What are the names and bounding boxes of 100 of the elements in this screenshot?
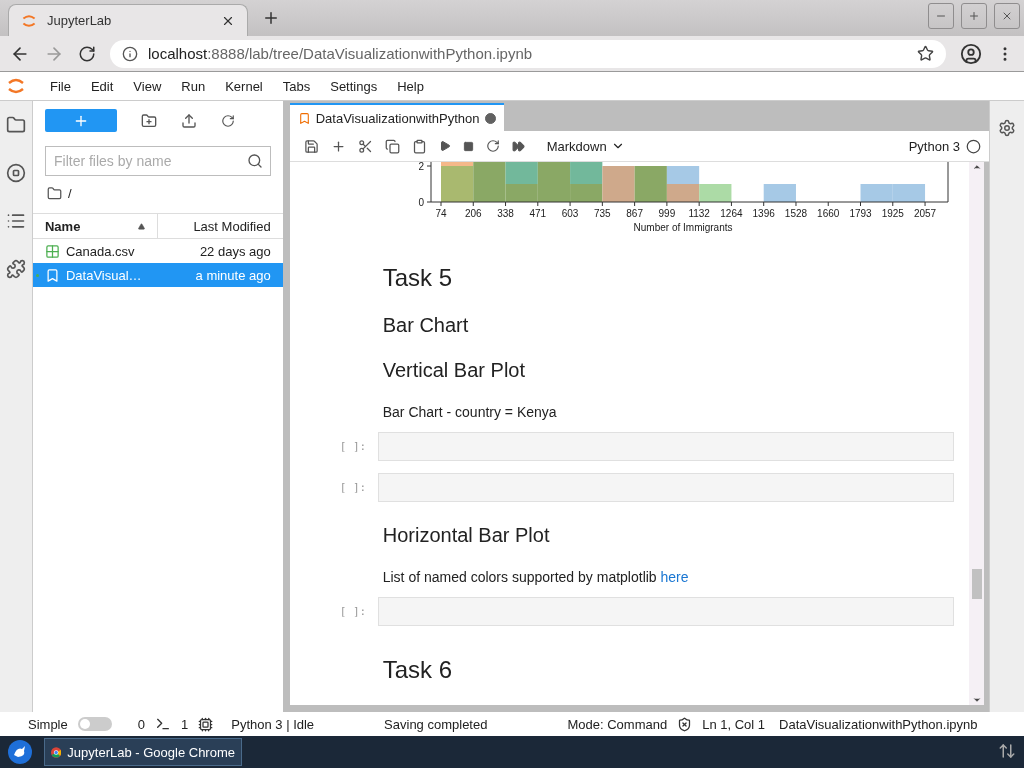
cell-type-dropdown[interactable]: Markdown <box>540 137 631 155</box>
plus-icon <box>968 10 980 22</box>
y-tick-label: 2 <box>418 162 424 172</box>
folder-icon[interactable] <box>6 115 26 135</box>
restart-icon <box>485 139 500 153</box>
settings-icon[interactable] <box>998 119 1016 137</box>
save-icon <box>303 138 319 154</box>
x-tick-label: 735 <box>593 208 611 219</box>
scissors-icon <box>357 138 373 154</box>
histogram-bar <box>860 184 893 202</box>
refresh-icon[interactable] <box>220 113 235 128</box>
kernel-status[interactable]: Python 3 | Idle <box>231 716 315 732</box>
markdown-heading: Task 5 <box>382 264 454 292</box>
x-tick-label: 1264 <box>720 208 743 219</box>
x-tick-label: 999 <box>658 208 675 219</box>
puzzle-icon[interactable] <box>6 259 26 279</box>
x-tick-label: 206 <box>464 208 482 219</box>
x-tick-label: 1528 <box>784 208 807 219</box>
menu-item[interactable]: Edit <box>80 78 124 94</box>
play-icon <box>438 140 451 152</box>
x-tick-label: 2057 <box>913 208 936 219</box>
network-icon[interactable] <box>998 741 1016 760</box>
kernel-name[interactable]: Python 3 <box>908 138 961 154</box>
menu-item[interactable]: Tabs <box>272 78 321 94</box>
terminal-count: 0 <box>137 716 145 732</box>
search-icon <box>246 153 263 169</box>
mode-label: Simple <box>28 716 68 732</box>
copy-icon <box>384 138 400 154</box>
scroll-up-icon[interactable] <box>971 162 982 172</box>
histogram-bar <box>698 184 732 202</box>
browser-tab[interactable]: JupyterLab <box>8 4 248 36</box>
column-header[interactable]: Last Modified <box>158 214 283 238</box>
clipboard-icon <box>411 138 427 154</box>
cpu-icon[interactable] <box>198 716 214 732</box>
x-tick-label: 1132 <box>688 208 710 219</box>
menu-item[interactable]: File <box>40 78 81 94</box>
file-name: Canada.csv <box>65 243 136 259</box>
file-path[interactable]: DataVisualizationwithPython.ipynb <box>779 716 978 732</box>
taskbar-window-button[interactable]: JupyterLab - Google Chrome <box>44 738 242 766</box>
address-bar[interactable]: localhost:8888/lab/tree/DataVisualizationwithPython.ipynb <box>110 39 946 68</box>
close-icon <box>1001 10 1013 22</box>
list-icon[interactable] <box>6 211 26 231</box>
status-message: Saving completed <box>384 716 488 732</box>
menu-item[interactable]: View <box>123 78 172 94</box>
profile-icon[interactable] <box>960 42 982 65</box>
shield-icon[interactable] <box>677 716 693 732</box>
file-name: DataVisual… <box>65 267 143 283</box>
x-tick-label: 1396 <box>752 208 775 219</box>
reload-icon[interactable] <box>78 44 96 63</box>
menu-item[interactable]: Run <box>171 78 216 94</box>
y-tick-label: 0 <box>418 197 424 208</box>
scrollbar[interactable] <box>969 162 985 705</box>
info-icon <box>122 45 138 62</box>
breadcrumb-path[interactable]: / <box>67 186 72 201</box>
file-row[interactable]: Canada.csv 22 days ago <box>32 239 283 263</box>
simple-mode-toggle[interactable] <box>77 717 112 731</box>
scrollbar-thumb[interactable] <box>971 569 982 599</box>
x-tick-label: 867 <box>626 208 643 219</box>
x-tick-label: 74 <box>435 208 447 219</box>
markdown-heading: Task 6 <box>382 656 454 684</box>
histogram-bar <box>763 184 796 202</box>
menu-item[interactable]: Kernel <box>215 78 273 94</box>
stop-circle-icon[interactable] <box>6 163 26 183</box>
new-folder-icon[interactable] <box>140 112 157 129</box>
histogram-bar <box>892 184 925 202</box>
kernel-count: 1 <box>181 716 189 732</box>
column-header[interactable]: Name <box>32 214 159 238</box>
filter-field[interactable]: Filter files by name <box>44 146 271 176</box>
sort-icon <box>138 222 146 230</box>
code-cell-input[interactable] <box>377 432 955 461</box>
notebook-tab-title: DataVisualizationwithPython <box>315 110 480 126</box>
cursor-position[interactable]: Ln 1, Col 1 <box>702 716 766 732</box>
scroll-down-icon[interactable] <box>971 695 982 705</box>
code-cell-input[interactable] <box>377 597 955 626</box>
tab-title: JupyterLab <box>47 13 113 28</box>
url-text: localhost:8888/lab/tree/DataVisualizationwithPython.ipynb <box>148 45 534 62</box>
bookmark-star-icon[interactable] <box>917 45 934 62</box>
file-modified: 22 days ago <box>199 243 271 259</box>
markdown-paragraph: Bar Chart - country = Kenya <box>382 404 558 420</box>
x-tick-label: 603 <box>561 208 579 219</box>
menu-item[interactable]: Help <box>387 78 434 94</box>
menu-item[interactable]: Settings <box>320 78 388 94</box>
spreadsheet-icon <box>44 243 60 259</box>
notebook-tab[interactable]: DataVisualizationwithPython <box>289 103 504 131</box>
cell-prompt: [ ]: <box>339 481 368 494</box>
start-menu-icon[interactable] <box>8 740 32 764</box>
upload-icon[interactable] <box>180 112 197 129</box>
code-cell-input[interactable] <box>377 473 955 502</box>
markdown-heading: Bar Chart <box>382 314 470 337</box>
command-mode[interactable]: Mode: Command <box>567 716 668 732</box>
x-tick-label: 471 <box>529 208 546 219</box>
new-tab-icon[interactable] <box>262 9 280 27</box>
markdown-heading: Horizontal Bar Plot <box>382 524 551 547</box>
link[interactable]: here <box>660 569 689 585</box>
terminal-icon[interactable] <box>155 716 171 732</box>
stop-icon <box>462 140 474 152</box>
x-tick-label: 1793 <box>849 208 872 219</box>
folder-icon[interactable] <box>46 186 62 201</box>
x-axis-label: Number of Immigrants <box>633 222 733 233</box>
notebook-icon <box>297 111 311 125</box>
